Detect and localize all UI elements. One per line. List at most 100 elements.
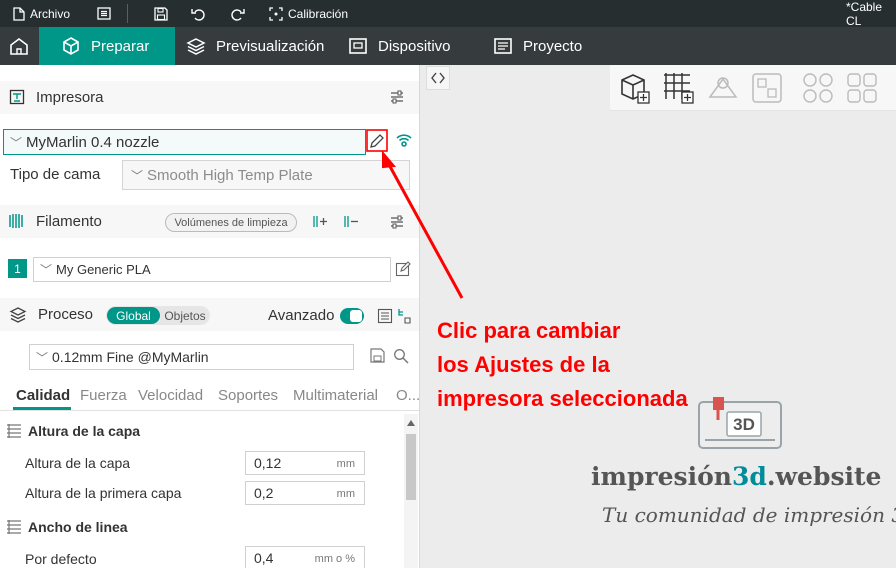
layer-height-label: Altura de la capa [25, 455, 131, 471]
calibration-menu[interactable]: Calibración [269, 0, 348, 27]
cube-icon [63, 37, 79, 55]
subtab-supports[interactable]: Soportes [218, 387, 278, 404]
arrange-icon[interactable] [750, 71, 784, 105]
default-width-label: Por defecto [25, 551, 97, 567]
save-button[interactable] [154, 0, 168, 27]
file-icon [13, 6, 25, 21]
tab-device[interactable]: Dispositivo [348, 27, 451, 65]
filament-section-title: Filamento [36, 213, 102, 230]
brand-watermark: impresión3d.website [591, 462, 881, 491]
tab-project-label: Proyecto [523, 37, 583, 55]
first-layer-height-input[interactable]: 0,2 mm [245, 481, 365, 505]
chevron-down-icon: ﹀ [40, 263, 53, 277]
redo-button[interactable] [230, 0, 245, 27]
orient-icon[interactable] [706, 71, 740, 105]
segment-global[interactable]: Global [107, 307, 160, 324]
hamburger-menu[interactable] [97, 0, 111, 27]
file-menu[interactable]: Archivo [13, 0, 70, 27]
compare-icon[interactable] [396, 307, 412, 325]
segment-objects[interactable]: Objetos [161, 307, 209, 324]
chevrons-icon [431, 72, 445, 84]
split-objects-icon[interactable] [801, 71, 835, 105]
window-title: *Cable CL [846, 0, 896, 28]
annotation-callout: Clic para cambiar los Ajustes de la impr… [437, 314, 767, 416]
printer-icon [9, 89, 25, 105]
advanced-label: Avanzado [268, 307, 335, 324]
layer-height-icon [7, 424, 21, 438]
filament-select-value: My Generic PLA [56, 262, 151, 277]
tab-preview[interactable]: Previsualización [186, 27, 324, 65]
purge-volumes-button[interactable]: Volúmenes de limpieza [165, 213, 297, 232]
window-title-text: *Cable CL [846, 0, 883, 28]
subtab-speed[interactable]: Velocidad [138, 387, 203, 404]
scrollbar-thumb[interactable] [406, 434, 416, 500]
annotation-line-2: los Ajustes de la [437, 352, 610, 377]
subtab-multimaterial[interactable]: Multimaterial [293, 387, 378, 404]
bed-type-select[interactable]: ﹀ Smooth High Temp Plate [122, 160, 410, 190]
add-plate-icon[interactable] [662, 71, 696, 105]
logo-text: 3D [733, 415, 755, 434]
canvas-toolbar [610, 65, 896, 111]
filament-select[interactable]: ﹀ My Generic PLA [33, 257, 391, 282]
main-tab-bar: Preparar Previsualización Dispositivo Pr… [0, 27, 896, 65]
save-preset-icon[interactable] [370, 348, 385, 363]
printer-section-header: Impresora [0, 81, 419, 114]
brand-tagline: Tu comunidad de impresión 3D [602, 503, 896, 527]
active-subtab-indicator [13, 407, 71, 410]
annotation-line-3: impresora seleccionada [437, 386, 688, 411]
settings-scrollbar[interactable] [404, 414, 418, 568]
settings-sliders-icon[interactable] [389, 89, 405, 105]
default-width-value: 0,4 [254, 550, 274, 566]
edit-printer-icon[interactable] [369, 133, 385, 149]
default-width-input[interactable]: 0,4 mm o % [245, 546, 365, 568]
undo-icon [191, 8, 205, 21]
layer-height-unit: mm [336, 458, 355, 470]
subtab-strength[interactable]: Fuerza [80, 387, 127, 404]
add-cube-icon[interactable] [618, 71, 652, 105]
brand-part-2: 3d [731, 462, 767, 491]
redo-icon [231, 8, 245, 21]
remove-filament-icon[interactable] [343, 214, 359, 229]
first-layer-height-unit: mm [336, 488, 355, 500]
slicer-app-window: Archivo Calibración *Cable CL Preparar P… [0, 0, 896, 568]
tab-prepare-label: Preparar [91, 37, 150, 55]
calibration-icon [269, 6, 283, 21]
list-icon[interactable] [377, 308, 393, 324]
scroll-up-icon[interactable] [407, 420, 415, 426]
search-icon[interactable] [393, 348, 409, 364]
wifi-icon[interactable] [395, 131, 413, 149]
menu-bar: Archivo Calibración *Cable CL [0, 0, 896, 28]
first-layer-height-value: 0,2 [254, 485, 274, 501]
split-parts-icon[interactable] [845, 71, 879, 105]
monitor-icon [349, 38, 367, 54]
menu-icon [97, 7, 111, 20]
tab-project[interactable]: Proyecto [493, 27, 582, 65]
filament-slot-badge[interactable]: 1 [8, 259, 27, 278]
layer-height-input[interactable]: 0,12 mm [245, 451, 365, 475]
default-width-unit: mm o % [314, 553, 355, 565]
collapse-sidebar-button[interactable] [426, 66, 450, 90]
bed-type-label: Tipo de cama [10, 166, 101, 183]
process-section-title: Proceso [38, 306, 94, 323]
edit-filament-icon[interactable] [395, 261, 411, 277]
tab-prepare[interactable]: Preparar [39, 27, 175, 65]
file-menu-label: Archivo [30, 6, 71, 21]
process-scope-toggle[interactable]: Global Objetos [106, 306, 210, 325]
menu-divider [127, 4, 128, 23]
save-icon [154, 6, 168, 21]
brand-part-3: .website [766, 462, 882, 491]
undo-button[interactable] [191, 0, 206, 27]
printer-section-title: Impresora [36, 89, 104, 106]
subtab-others[interactable]: O... [396, 387, 419, 404]
add-filament-icon[interactable] [312, 214, 328, 229]
chevron-down-icon: ﹀ [131, 168, 144, 183]
advanced-toggle[interactable] [340, 308, 364, 324]
home-icon [10, 38, 28, 55]
printer-select[interactable]: ﹀ MyMarlin 0.4 nozzle [3, 129, 366, 155]
process-preset-select[interactable]: ﹀ 0.12mm Fine @MyMarlin [29, 344, 354, 370]
brand-part-1: impresión [591, 462, 732, 491]
home-tab[interactable] [0, 27, 38, 65]
subtab-quality[interactable]: Calidad [16, 387, 70, 404]
settings-sliders-icon[interactable] [389, 214, 405, 230]
layers-icon [9, 307, 27, 323]
